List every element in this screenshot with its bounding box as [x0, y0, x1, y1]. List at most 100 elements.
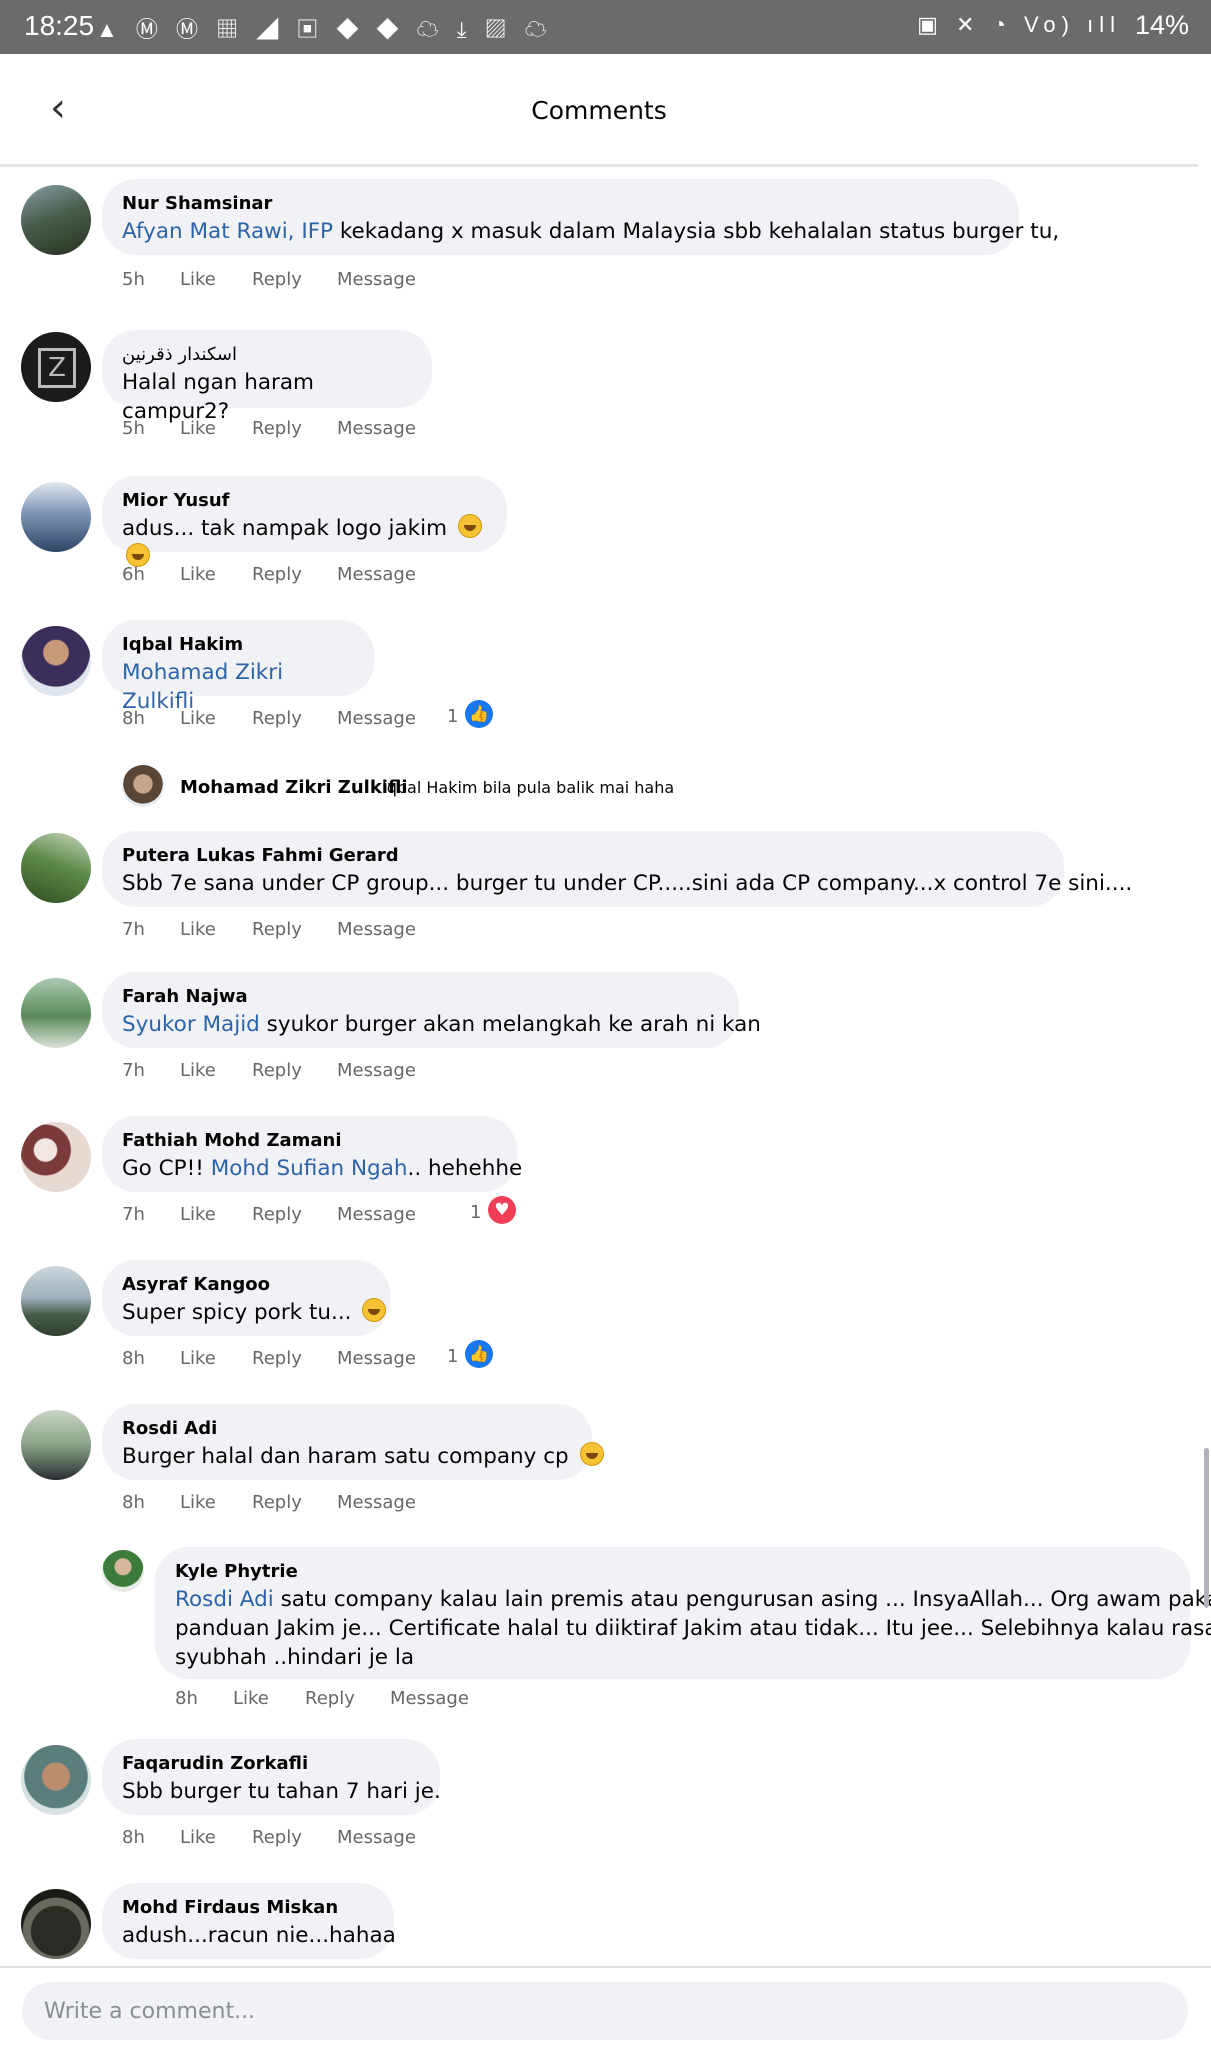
comment-bubble[interactable]: Kyle Phytrie Rosdi Adi satu company kala…: [155, 1547, 1211, 1679]
reaction-summary[interactable]: 1 👍: [447, 700, 497, 730]
avatar[interactable]: [21, 978, 91, 1048]
reply-author[interactable]: Mohamad Zikri Zulkifli: [180, 775, 408, 801]
avatar[interactable]: [21, 833, 91, 903]
mention-link[interactable]: Rosdi Adi: [175, 1587, 274, 1612]
comment-bubble[interactable]: Rosdi Adi Burger halal dan haram satu co…: [102, 1404, 604, 1480]
message-button[interactable]: Message: [337, 708, 416, 729]
comment-bubble[interactable]: Fathiah Mohd Zamani Go CP!! Mohd Sufian …: [102, 1116, 522, 1192]
reply-button[interactable]: Reply: [252, 1492, 302, 1513]
comment-bubble[interactable]: Nur Shamsinar Afyan Mat Rawi, IFP kekada…: [102, 179, 1060, 255]
avatar[interactable]: [21, 626, 91, 696]
message-button[interactable]: Message: [337, 1060, 416, 1081]
like-button[interactable]: Like: [180, 708, 216, 729]
comment-actions: 8h Like Reply Message: [122, 1827, 442, 1851]
reaction-summary[interactable]: 1 👍: [447, 1340, 497, 1370]
avatar[interactable]: [21, 1266, 91, 1336]
message-button[interactable]: Message: [337, 418, 416, 439]
avatar[interactable]: [102, 1550, 144, 1592]
comment-input[interactable]: [22, 1982, 1188, 2040]
message-button[interactable]: Message: [337, 269, 416, 290]
reply-button[interactable]: Reply: [252, 1060, 302, 1081]
comment-time: 8h: [175, 1688, 198, 1709]
like-button[interactable]: Like: [180, 269, 216, 290]
comment-text: adush...racun nie...hahaa: [122, 1923, 396, 1948]
comment-bubble[interactable]: Asyraf Kangoo Super spicy pork tu...: [102, 1260, 390, 1336]
message-button[interactable]: Message: [337, 564, 416, 585]
reply-button[interactable]: Reply: [252, 1204, 302, 1225]
comment-bubble[interactable]: Mior Yusuf adus... tak nampak logo jakim: [102, 476, 507, 567]
comment-author[interactable]: Fathiah Mohd Zamani: [122, 1128, 495, 1154]
message-button[interactable]: Message: [337, 1827, 416, 1848]
comment-author[interactable]: Asyraf Kangoo: [122, 1272, 368, 1298]
comment-text: Afyan Mat Rawi, IFP kekadang x masuk dal…: [122, 219, 1060, 244]
avatar[interactable]: [21, 1122, 91, 1192]
reply-button[interactable]: Reply: [252, 708, 302, 729]
avatar[interactable]: [21, 185, 91, 255]
reply-button[interactable]: Reply: [252, 564, 302, 585]
comment-list[interactable]: Nur Shamsinar Afyan Mat Rawi, IFP kekada…: [0, 165, 1211, 1965]
comment-author[interactable]: Faqarudin Zorkafli: [122, 1751, 418, 1777]
like-button[interactable]: Like: [180, 1492, 216, 1513]
avatar[interactable]: [122, 765, 164, 807]
like-button[interactable]: Like: [180, 1348, 216, 1369]
comment-time: 5h: [122, 269, 145, 290]
comment-author[interactable]: Iqbal Hakim: [122, 632, 352, 658]
comment-author[interactable]: اسكندار ذقرنين: [122, 342, 410, 368]
avatar[interactable]: [21, 1410, 91, 1480]
comment-bubble[interactable]: Putera Lukas Fahmi Gerard Sbb 7e sana un…: [102, 831, 1133, 907]
mention-link[interactable]: Mohd Sufian Ngah: [211, 1156, 408, 1181]
comment-bubble[interactable]: Mohd Firdaus Miskan adush...racun nie...…: [102, 1883, 396, 1959]
avatar[interactable]: [21, 1889, 91, 1959]
reaction-summary[interactable]: 1 ♥: [470, 1196, 520, 1226]
comment-bubble[interactable]: Faqarudin Zorkafli Sbb burger tu tahan 7…: [102, 1739, 441, 1815]
avatar[interactable]: [21, 1745, 91, 1815]
like-button[interactable]: Like: [180, 919, 216, 940]
reaction-count: 1: [447, 1346, 459, 1367]
comment-text: Rosdi Adi satu company kalau lain premis…: [175, 1587, 1211, 1670]
comment-author[interactable]: Rosdi Adi: [122, 1416, 570, 1442]
comment-actions: 8h Like Reply Message: [122, 1492, 442, 1516]
header: ‹ Comments: [0, 54, 1198, 167]
like-button[interactable]: Like: [233, 1688, 269, 1709]
reply-button[interactable]: Reply: [252, 1348, 302, 1369]
reply-button[interactable]: Reply: [305, 1688, 355, 1709]
message-button[interactable]: Message: [337, 1204, 416, 1225]
reply-button[interactable]: Reply: [252, 919, 302, 940]
comment-composer: [0, 1966, 1211, 2050]
scrollbar[interactable]: [1204, 1448, 1209, 1608]
mention-link[interactable]: Syukor Majid: [122, 1012, 260, 1037]
comment-time: 8h: [122, 1492, 145, 1513]
comment-author[interactable]: Nur Shamsinar: [122, 191, 997, 217]
like-button[interactable]: Like: [180, 418, 216, 439]
avatar[interactable]: Z: [21, 332, 91, 402]
comment-actions: 7h Like Reply Message: [122, 919, 442, 943]
comment-author[interactable]: Farah Najwa: [122, 984, 717, 1010]
message-button[interactable]: Message: [337, 1492, 416, 1513]
like-button[interactable]: Like: [180, 564, 216, 585]
mention-link[interactable]: Afyan Mat Rawi, IFP: [122, 219, 333, 244]
like-button[interactable]: Like: [180, 1827, 216, 1848]
reply-button[interactable]: Reply: [252, 1827, 302, 1848]
like-button[interactable]: Like: [180, 1060, 216, 1081]
message-button[interactable]: Message: [390, 1688, 469, 1709]
comment-author[interactable]: Mior Yusuf: [122, 488, 485, 514]
comment-time: 8h: [122, 708, 145, 729]
comment-bubble[interactable]: Iqbal Hakim Mohamad Zikri Zulkifli: [102, 620, 374, 714]
comment-actions: 8h Like Reply Message: [122, 1348, 442, 1372]
reply-button[interactable]: Reply: [252, 418, 302, 439]
collapsed-reply[interactable]: Mohamad Zikri Zulkifli Iqbal Hakim bila …: [122, 765, 822, 811]
comment-time: 7h: [122, 1204, 145, 1225]
comment-time: 7h: [122, 919, 145, 940]
comment-bubble[interactable]: اسكندار ذقرنين Halal ngan haram campur2?: [102, 330, 432, 424]
message-button[interactable]: Message: [337, 1348, 416, 1369]
comment-text: Sbb burger tu tahan 7 hari je.: [122, 1779, 441, 1804]
reply-button[interactable]: Reply: [252, 269, 302, 290]
comment-author[interactable]: Putera Lukas Fahmi Gerard: [122, 843, 1042, 869]
comment-text: Sbb 7e sana under CP group... burger tu …: [122, 871, 1133, 896]
comment-author[interactable]: Mohd Firdaus Miskan: [122, 1895, 372, 1921]
avatar[interactable]: [21, 482, 91, 552]
comment-author[interactable]: Kyle Phytrie: [175, 1559, 1168, 1585]
like-button[interactable]: Like: [180, 1204, 216, 1225]
message-button[interactable]: Message: [337, 919, 416, 940]
comment-bubble[interactable]: Farah Najwa Syukor Majid syukor burger a…: [102, 972, 761, 1048]
